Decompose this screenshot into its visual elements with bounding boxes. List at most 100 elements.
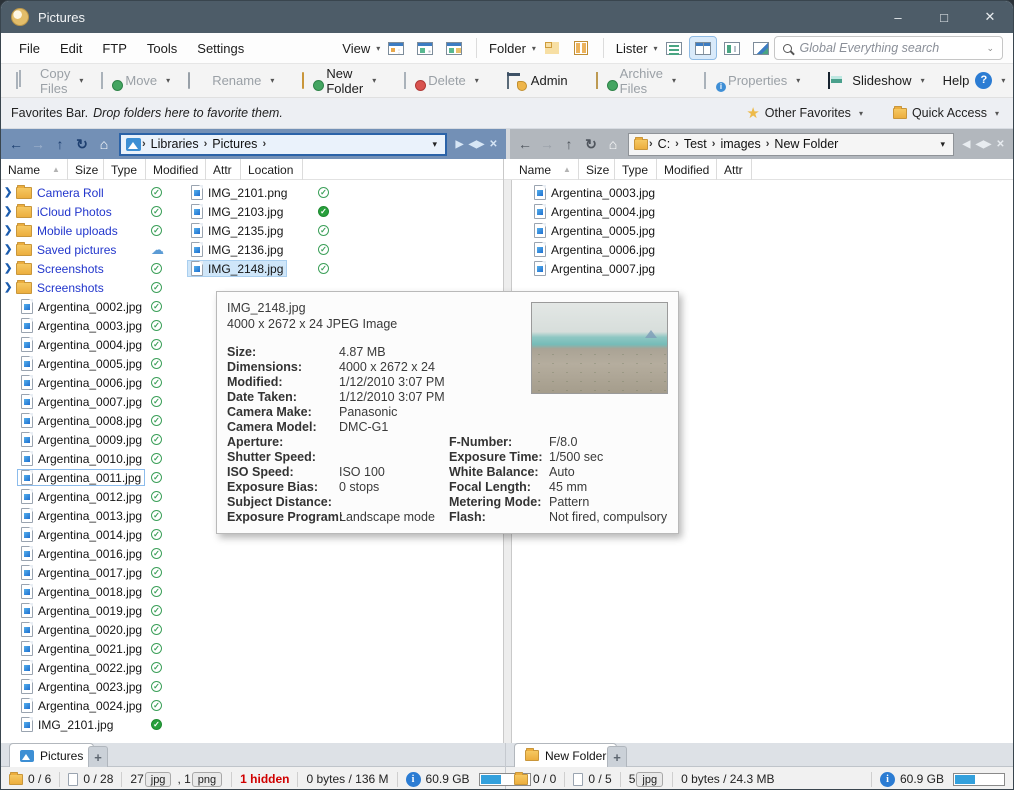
- file-row[interactable]: IMG_2148.jpg: [187, 259, 333, 278]
- up-icon[interactable]: ↑: [558, 136, 580, 152]
- file-row[interactable]: Argentina_0004.jpg: [530, 202, 700, 221]
- left-breadcrumb[interactable]: › Libraries › Pictures › ▾: [119, 133, 447, 156]
- search-input[interactable]: [798, 40, 981, 56]
- folder-row[interactable]: ❯ Mobile uploads: [4, 221, 180, 240]
- refresh-icon[interactable]: ↻: [71, 136, 93, 153]
- menu-tools[interactable]: Tools: [137, 38, 187, 59]
- back-icon[interactable]: ←: [514, 136, 536, 152]
- breadcrumb-item[interactable]: Test: [680, 137, 711, 151]
- maximize-button[interactable]: □: [921, 1, 967, 33]
- header-type[interactable]: Type: [104, 159, 146, 180]
- file-row[interactable]: Argentina_0005.jpg: [4, 354, 180, 373]
- view-details-button[interactable]: [412, 37, 438, 59]
- file-row[interactable]: Argentina_0002.jpg: [4, 297, 180, 316]
- extension-badge[interactable]: jpg: [145, 772, 172, 787]
- file-row[interactable]: Argentina_0023.jpg: [4, 677, 180, 696]
- file-row[interactable]: Argentina_0011.jpg: [4, 468, 180, 487]
- home-icon[interactable]: ⌂: [93, 136, 115, 152]
- toggle-dual-icon[interactable]: ▶: [451, 139, 468, 150]
- delete-button[interactable]: Delete ▾: [395, 69, 488, 93]
- file-row[interactable]: IMG_2101.jpg: [4, 715, 180, 734]
- right-breadcrumb[interactable]: › C: › Test › images: [628, 133, 954, 156]
- expand-chevron-icon[interactable]: ❯: [4, 206, 16, 217]
- file-row[interactable]: Argentina_0012.jpg: [4, 487, 180, 506]
- home-icon[interactable]: ⌂: [602, 136, 624, 152]
- lister-single-button[interactable]: [661, 37, 687, 59]
- file-row[interactable]: Argentina_0017.jpg: [4, 563, 180, 582]
- info-icon[interactable]: i: [406, 772, 421, 787]
- quick-access-button[interactable]: Quick Access ▾: [889, 103, 1003, 123]
- breadcrumb-item[interactable]: Libraries: [147, 137, 203, 151]
- file-row[interactable]: Argentina_0006.jpg: [530, 240, 700, 259]
- forward-icon[interactable]: →: [27, 136, 49, 152]
- file-row[interactable]: IMG_2136.jpg: [187, 240, 333, 259]
- other-favorites-button[interactable]: ★ Other Favorites ▾: [742, 101, 867, 125]
- lister-dual-button[interactable]: [690, 37, 716, 59]
- file-row[interactable]: Argentina_0008.jpg: [4, 411, 180, 430]
- file-row[interactable]: IMG_2135.jpg: [187, 221, 333, 240]
- folder-row[interactable]: ❯ iCloud Photos: [4, 202, 180, 221]
- header-location[interactable]: Location: [241, 159, 303, 180]
- breadcrumb-item[interactable]: Pictures: [208, 137, 261, 151]
- lister-vertical-button[interactable]: [719, 37, 745, 59]
- view-list-button[interactable]: [383, 37, 409, 59]
- rename-button[interactable]: Rename ▾: [179, 69, 283, 93]
- file-row[interactable]: Argentina_0003.jpg: [4, 316, 180, 335]
- close-button[interactable]: ✕: [967, 1, 1013, 33]
- expand-chevron-icon[interactable]: ❯: [4, 187, 16, 198]
- file-row[interactable]: Argentina_0013.jpg: [4, 506, 180, 525]
- file-row[interactable]: Argentina_0010.jpg: [4, 449, 180, 468]
- folder-dual-button[interactable]: [568, 37, 594, 59]
- menu-edit[interactable]: Edit: [50, 38, 92, 59]
- file-row[interactable]: Argentina_0005.jpg: [530, 221, 700, 240]
- lister-tree-button[interactable]: [748, 37, 774, 59]
- menu-file[interactable]: File: [9, 38, 50, 59]
- back-icon[interactable]: ←: [5, 136, 27, 152]
- file-row[interactable]: Argentina_0018.jpg: [4, 582, 180, 601]
- view-thumbnails-button[interactable]: [441, 37, 467, 59]
- file-row[interactable]: Argentina_0022.jpg: [4, 658, 180, 677]
- menu-settings[interactable]: Settings: [187, 38, 254, 59]
- close-pane-icon[interactable]: ✕: [485, 139, 502, 150]
- breadcrumb-item[interactable]: images: [716, 137, 764, 151]
- header-attr[interactable]: Attr: [206, 159, 241, 180]
- header-attr[interactable]: Attr: [717, 159, 752, 180]
- help-button[interactable]: Help ? ▾: [934, 68, 1014, 93]
- file-row[interactable]: Argentina_0003.jpg: [530, 183, 700, 202]
- up-icon[interactable]: ↑: [49, 136, 71, 152]
- file-row[interactable]: Argentina_0009.jpg: [4, 430, 180, 449]
- folder-row[interactable]: ❯ Camera Roll: [4, 183, 180, 202]
- refresh-icon[interactable]: ↻: [580, 136, 602, 153]
- folder-menu[interactable]: Folder: [486, 41, 529, 56]
- header-modified[interactable]: Modified: [657, 159, 717, 180]
- folder-row[interactable]: ❯ Screenshots: [4, 278, 180, 297]
- header-size[interactable]: Size: [68, 159, 104, 180]
- header-modified[interactable]: Modified: [146, 159, 206, 180]
- move-button[interactable]: Move ▾: [92, 69, 179, 93]
- file-row[interactable]: IMG_2101.png: [187, 183, 333, 202]
- file-row[interactable]: Argentina_0024.jpg: [4, 696, 180, 715]
- swap-panes-icon[interactable]: ◀▶: [468, 139, 485, 150]
- extension-badge[interactable]: jpg: [636, 772, 663, 787]
- breadcrumb-item[interactable]: New Folder: [770, 137, 842, 151]
- archive-files-button[interactable]: Archive Files ▾: [587, 62, 685, 100]
- path-dropdown-icon[interactable]: ▾: [937, 139, 948, 150]
- new-folder-button[interactable]: New Folder ▾: [293, 62, 385, 100]
- swap-panes-icon[interactable]: ◀▶: [975, 139, 992, 150]
- file-row[interactable]: Argentina_0007.jpg: [4, 392, 180, 411]
- file-row[interactable]: Argentina_0014.jpg: [4, 525, 180, 544]
- chevron-down-icon[interactable]: ⌄: [986, 43, 994, 54]
- file-row[interactable]: Argentina_0007.jpg: [530, 259, 700, 278]
- view-menu[interactable]: View: [339, 41, 373, 56]
- folder-quad-button[interactable]: [539, 37, 565, 59]
- tab-new-folder[interactable]: New Folder: [514, 743, 617, 767]
- toggle-dual-icon[interactable]: ◀: [958, 139, 975, 150]
- lister-menu[interactable]: Lister: [613, 41, 651, 56]
- file-row[interactable]: IMG_2103.jpg: [187, 202, 333, 221]
- slideshow-button[interactable]: Slideshow ▾: [819, 69, 933, 93]
- new-tab-button[interactable]: +: [88, 746, 108, 767]
- tab-pictures[interactable]: Pictures: [9, 743, 94, 767]
- expand-chevron-icon[interactable]: ❯: [4, 263, 16, 274]
- expand-chevron-icon[interactable]: ❯: [4, 244, 16, 255]
- hidden-count[interactable]: 1 hidden: [232, 772, 298, 787]
